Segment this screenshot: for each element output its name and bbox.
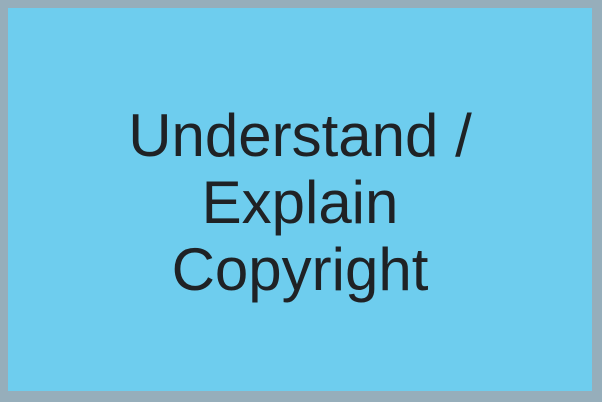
concept-box: Understand / Explain Copyright bbox=[0, 0, 602, 402]
box-label-line-1: Understand / bbox=[128, 102, 472, 169]
box-label-line-2: Explain bbox=[201, 169, 399, 236]
box-label-line-3: Copyright bbox=[171, 236, 429, 303]
box-label: Understand / Explain Copyright bbox=[128, 102, 472, 303]
